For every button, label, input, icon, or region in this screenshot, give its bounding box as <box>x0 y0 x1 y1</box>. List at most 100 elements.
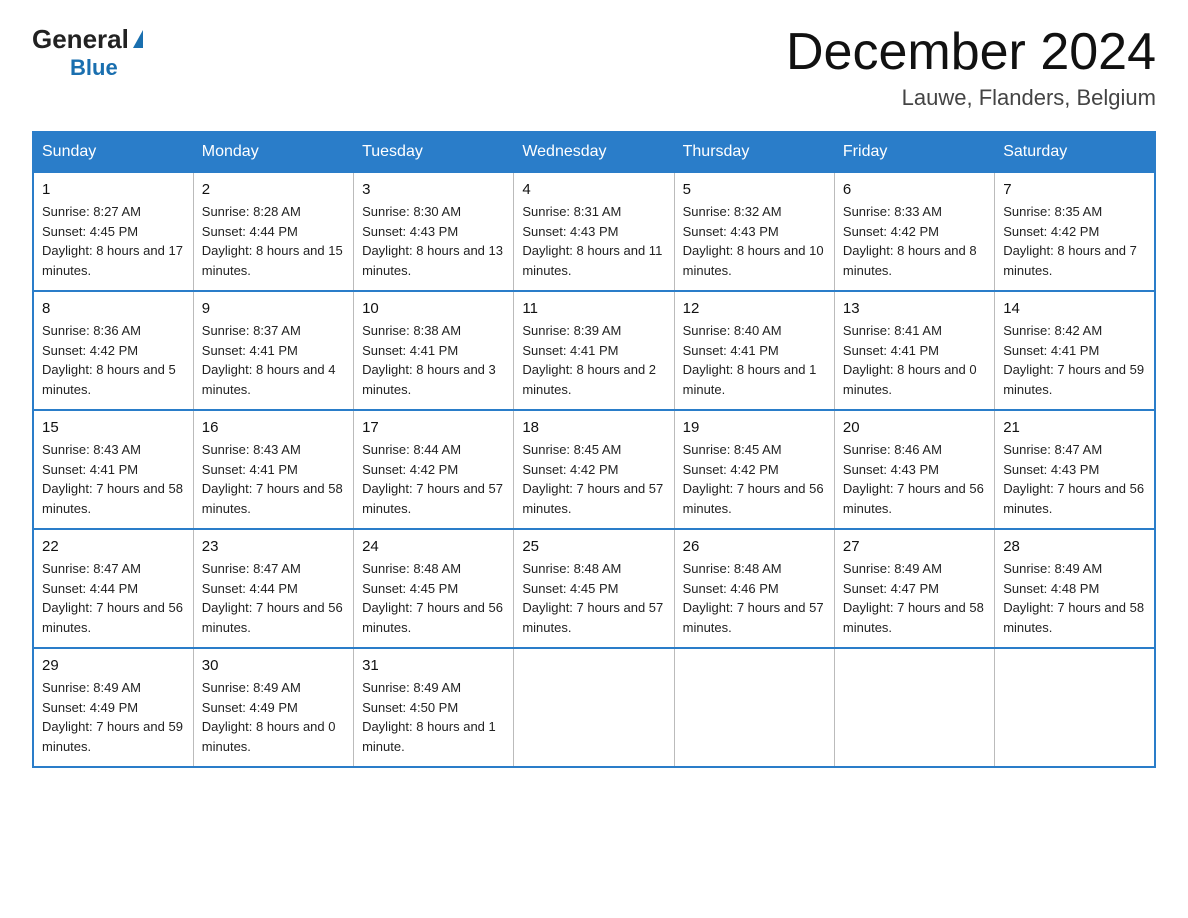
day-number: 31 <box>362 657 505 674</box>
day-info: Sunrise: 8:42 AMSunset: 4:41 PMDaylight:… <box>1003 321 1146 399</box>
day-number: 6 <box>843 181 986 198</box>
calendar-day-cell: 19 Sunrise: 8:45 AMSunset: 4:42 PMDaylig… <box>674 410 834 529</box>
calendar-week-row: 22 Sunrise: 8:47 AMSunset: 4:44 PMDaylig… <box>33 529 1155 648</box>
day-info: Sunrise: 8:47 AMSunset: 4:44 PMDaylight:… <box>42 559 185 637</box>
calendar-day-cell: 31 Sunrise: 8:49 AMSunset: 4:50 PMDaylig… <box>354 648 514 767</box>
day-info: Sunrise: 8:45 AMSunset: 4:42 PMDaylight:… <box>683 440 826 518</box>
day-number: 20 <box>843 419 986 436</box>
calendar-day-cell: 20 Sunrise: 8:46 AMSunset: 4:43 PMDaylig… <box>834 410 994 529</box>
calendar-day-cell: 12 Sunrise: 8:40 AMSunset: 4:41 PMDaylig… <box>674 291 834 410</box>
day-info: Sunrise: 8:44 AMSunset: 4:42 PMDaylight:… <box>362 440 505 518</box>
weekday-header-saturday: Saturday <box>995 132 1155 172</box>
calendar-day-cell <box>514 648 674 767</box>
day-number: 9 <box>202 300 345 317</box>
day-number: 11 <box>522 300 665 317</box>
day-number: 18 <box>522 419 665 436</box>
day-info: Sunrise: 8:28 AMSunset: 4:44 PMDaylight:… <box>202 202 345 280</box>
location-title: Lauwe, Flanders, Belgium <box>786 85 1156 111</box>
day-info: Sunrise: 8:33 AMSunset: 4:42 PMDaylight:… <box>843 202 986 280</box>
calendar-day-cell: 15 Sunrise: 8:43 AMSunset: 4:41 PMDaylig… <box>33 410 193 529</box>
day-info: Sunrise: 8:37 AMSunset: 4:41 PMDaylight:… <box>202 321 345 399</box>
calendar-day-cell: 7 Sunrise: 8:35 AMSunset: 4:42 PMDayligh… <box>995 172 1155 291</box>
calendar-day-cell: 11 Sunrise: 8:39 AMSunset: 4:41 PMDaylig… <box>514 291 674 410</box>
calendar-week-row: 8 Sunrise: 8:36 AMSunset: 4:42 PMDayligh… <box>33 291 1155 410</box>
day-number: 19 <box>683 419 826 436</box>
calendar-day-cell: 3 Sunrise: 8:30 AMSunset: 4:43 PMDayligh… <box>354 172 514 291</box>
day-info: Sunrise: 8:31 AMSunset: 4:43 PMDaylight:… <box>522 202 665 280</box>
calendar-day-cell <box>834 648 994 767</box>
calendar-day-cell: 14 Sunrise: 8:42 AMSunset: 4:41 PMDaylig… <box>995 291 1155 410</box>
day-info: Sunrise: 8:49 AMSunset: 4:48 PMDaylight:… <box>1003 559 1146 637</box>
weekday-header-sunday: Sunday <box>33 132 193 172</box>
logo-text: General <box>32 24 143 55</box>
day-number: 21 <box>1003 419 1146 436</box>
day-number: 3 <box>362 181 505 198</box>
weekday-header-monday: Monday <box>193 132 353 172</box>
weekday-header-row: SundayMondayTuesdayWednesdayThursdayFrid… <box>33 132 1155 172</box>
day-info: Sunrise: 8:49 AMSunset: 4:50 PMDaylight:… <box>362 678 505 756</box>
day-number: 4 <box>522 181 665 198</box>
day-number: 10 <box>362 300 505 317</box>
calendar-day-cell: 4 Sunrise: 8:31 AMSunset: 4:43 PMDayligh… <box>514 172 674 291</box>
calendar-day-cell: 16 Sunrise: 8:43 AMSunset: 4:41 PMDaylig… <box>193 410 353 529</box>
day-number: 26 <box>683 538 826 555</box>
calendar-day-cell: 8 Sunrise: 8:36 AMSunset: 4:42 PMDayligh… <box>33 291 193 410</box>
day-info: Sunrise: 8:40 AMSunset: 4:41 PMDaylight:… <box>683 321 826 399</box>
day-number: 25 <box>522 538 665 555</box>
calendar-day-cell: 26 Sunrise: 8:48 AMSunset: 4:46 PMDaylig… <box>674 529 834 648</box>
day-info: Sunrise: 8:47 AMSunset: 4:43 PMDaylight:… <box>1003 440 1146 518</box>
weekday-header-wednesday: Wednesday <box>514 132 674 172</box>
calendar-day-cell: 1 Sunrise: 8:27 AMSunset: 4:45 PMDayligh… <box>33 172 193 291</box>
calendar-day-cell: 21 Sunrise: 8:47 AMSunset: 4:43 PMDaylig… <box>995 410 1155 529</box>
calendar-day-cell: 10 Sunrise: 8:38 AMSunset: 4:41 PMDaylig… <box>354 291 514 410</box>
day-info: Sunrise: 8:49 AMSunset: 4:49 PMDaylight:… <box>202 678 345 756</box>
calendar-day-cell: 30 Sunrise: 8:49 AMSunset: 4:49 PMDaylig… <box>193 648 353 767</box>
day-info: Sunrise: 8:48 AMSunset: 4:45 PMDaylight:… <box>522 559 665 637</box>
weekday-header-friday: Friday <box>834 132 994 172</box>
day-number: 14 <box>1003 300 1146 317</box>
day-info: Sunrise: 8:49 AMSunset: 4:49 PMDaylight:… <box>42 678 185 756</box>
day-number: 22 <box>42 538 185 555</box>
calendar-day-cell: 29 Sunrise: 8:49 AMSunset: 4:49 PMDaylig… <box>33 648 193 767</box>
weekday-header-tuesday: Tuesday <box>354 132 514 172</box>
day-number: 1 <box>42 181 185 198</box>
day-number: 13 <box>843 300 986 317</box>
logo-general-text: General <box>32 24 129 55</box>
day-info: Sunrise: 8:38 AMSunset: 4:41 PMDaylight:… <box>362 321 505 399</box>
day-number: 2 <box>202 181 345 198</box>
day-info: Sunrise: 8:45 AMSunset: 4:42 PMDaylight:… <box>522 440 665 518</box>
calendar-day-cell: 23 Sunrise: 8:47 AMSunset: 4:44 PMDaylig… <box>193 529 353 648</box>
day-number: 24 <box>362 538 505 555</box>
day-number: 8 <box>42 300 185 317</box>
day-info: Sunrise: 8:48 AMSunset: 4:46 PMDaylight:… <box>683 559 826 637</box>
calendar-day-cell: 17 Sunrise: 8:44 AMSunset: 4:42 PMDaylig… <box>354 410 514 529</box>
day-number: 12 <box>683 300 826 317</box>
calendar-week-row: 15 Sunrise: 8:43 AMSunset: 4:41 PMDaylig… <box>33 410 1155 529</box>
day-info: Sunrise: 8:36 AMSunset: 4:42 PMDaylight:… <box>42 321 185 399</box>
day-info: Sunrise: 8:27 AMSunset: 4:45 PMDaylight:… <box>42 202 185 280</box>
day-info: Sunrise: 8:43 AMSunset: 4:41 PMDaylight:… <box>42 440 185 518</box>
day-info: Sunrise: 8:43 AMSunset: 4:41 PMDaylight:… <box>202 440 345 518</box>
day-number: 23 <box>202 538 345 555</box>
calendar-day-cell <box>674 648 834 767</box>
day-number: 15 <box>42 419 185 436</box>
weekday-header-thursday: Thursday <box>674 132 834 172</box>
day-info: Sunrise: 8:32 AMSunset: 4:43 PMDaylight:… <box>683 202 826 280</box>
day-info: Sunrise: 8:48 AMSunset: 4:45 PMDaylight:… <box>362 559 505 637</box>
day-info: Sunrise: 8:30 AMSunset: 4:43 PMDaylight:… <box>362 202 505 280</box>
day-number: 28 <box>1003 538 1146 555</box>
day-info: Sunrise: 8:35 AMSunset: 4:42 PMDaylight:… <box>1003 202 1146 280</box>
calendar-day-cell: 22 Sunrise: 8:47 AMSunset: 4:44 PMDaylig… <box>33 529 193 648</box>
day-number: 7 <box>1003 181 1146 198</box>
day-info: Sunrise: 8:41 AMSunset: 4:41 PMDaylight:… <box>843 321 986 399</box>
logo-blue-text: Blue <box>70 55 118 81</box>
day-info: Sunrise: 8:49 AMSunset: 4:47 PMDaylight:… <box>843 559 986 637</box>
calendar-week-row: 29 Sunrise: 8:49 AMSunset: 4:49 PMDaylig… <box>33 648 1155 767</box>
calendar-day-cell: 5 Sunrise: 8:32 AMSunset: 4:43 PMDayligh… <box>674 172 834 291</box>
calendar-day-cell: 13 Sunrise: 8:41 AMSunset: 4:41 PMDaylig… <box>834 291 994 410</box>
day-info: Sunrise: 8:47 AMSunset: 4:44 PMDaylight:… <box>202 559 345 637</box>
calendar-week-row: 1 Sunrise: 8:27 AMSunset: 4:45 PMDayligh… <box>33 172 1155 291</box>
day-number: 17 <box>362 419 505 436</box>
calendar-table: SundayMondayTuesdayWednesdayThursdayFrid… <box>32 131 1156 768</box>
calendar-day-cell <box>995 648 1155 767</box>
